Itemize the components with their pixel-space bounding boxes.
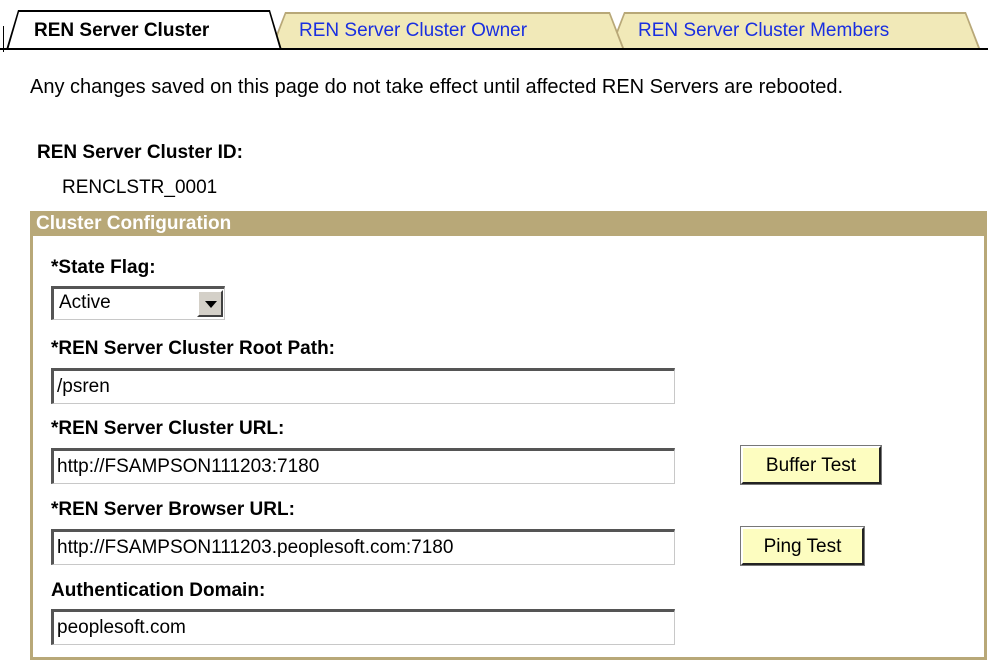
tab-divider xyxy=(0,48,988,50)
browser-url-label: *REN Server Browser URL: xyxy=(51,499,295,520)
auth-domain-label: Authentication Domain: xyxy=(51,580,266,601)
tab-bar: REN Server Cluster Members REN Server Cl… xyxy=(0,0,988,52)
state-flag-label: *State Flag: xyxy=(51,257,156,278)
cluster-url-label: *REN Server Cluster URL: xyxy=(51,418,285,439)
browser-url-input[interactable] xyxy=(51,529,675,565)
tab-ren-server-cluster-owner[interactable]: REN Server Cluster Owner xyxy=(271,12,624,48)
ping-test-button[interactable]: Ping Test xyxy=(740,526,865,566)
root-path-label: *REN Server Cluster Root Path: xyxy=(51,338,336,359)
tab-label[interactable]: REN Server Cluster Members xyxy=(612,14,978,48)
state-flag-select[interactable]: Active xyxy=(51,286,225,320)
tab-ren-server-cluster-members[interactable]: REN Server Cluster Members xyxy=(610,12,980,48)
group-header: Cluster Configuration xyxy=(30,211,987,236)
cluster-configuration-group: Cluster Configuration *State Flag: Activ… xyxy=(30,211,987,660)
root-path-input[interactable] xyxy=(51,368,675,404)
tab-ren-server-cluster[interactable]: REN Server Cluster xyxy=(6,10,282,50)
auth-domain-input[interactable] xyxy=(51,609,675,645)
tab-label[interactable]: REN Server Cluster xyxy=(8,12,280,50)
cluster-id-value: RENCLSTR_0001 xyxy=(62,177,218,198)
notice-text: Any changes saved on this page do not ta… xyxy=(30,76,844,98)
cluster-id-label: REN Server Cluster ID: xyxy=(37,142,243,163)
state-flag-value: Active xyxy=(59,292,111,313)
dropdown-button[interactable] xyxy=(197,290,223,317)
buffer-test-button[interactable]: Buffer Test xyxy=(740,445,882,485)
cluster-url-input[interactable] xyxy=(51,448,675,484)
chevron-down-icon xyxy=(205,301,217,308)
tab-label[interactable]: REN Server Cluster Owner xyxy=(273,14,622,48)
